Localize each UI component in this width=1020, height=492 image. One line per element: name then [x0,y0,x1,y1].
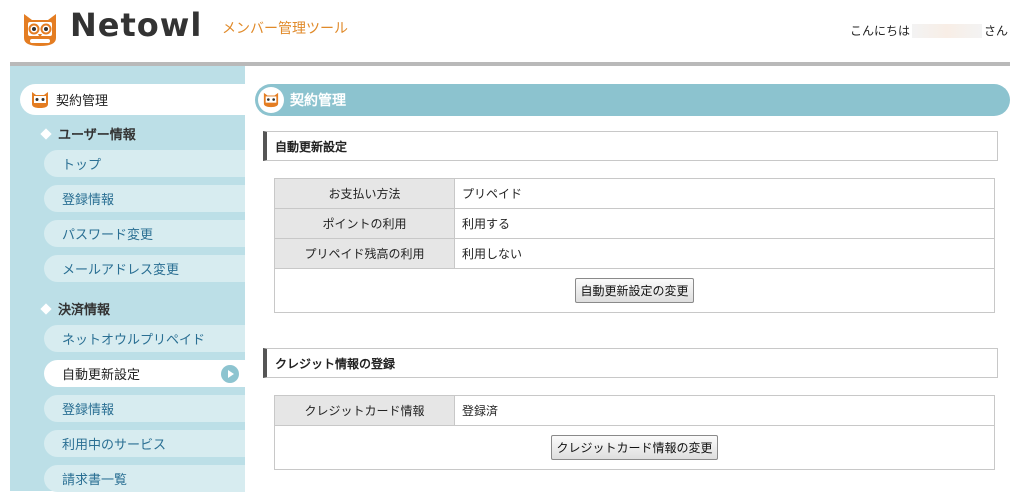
table-row: ポイントの利用 利用する [274,208,995,239]
sidebar: 契約管理 ユーザー情報 トップ 登録情報 パスワード変更 メールアドレス変更 決… [10,66,245,492]
auto-renew-heading: 自動更新設定 [263,131,998,161]
sidebar-item-password[interactable]: パスワード変更 [44,220,245,247]
sidebar-item-email[interactable]: メールアドレス変更 [44,255,245,282]
auto-renew-table: お支払い方法 プリペイド ポイントの利用 利用する プリペイド残高の利用 利用し… [274,178,995,313]
page-title-banner: 契約管理 [255,84,1010,116]
section-heading-text: クレジット情報の登録 [275,356,396,371]
row-value: プリペイド [454,178,995,209]
greeting-suffix: さん [983,24,1008,38]
sidebar-item-label: 登録情報 [62,193,115,208]
credit-table: クレジットカード情報 登録済 クレジットカード情報の変更 [274,395,995,470]
table-row: クレジットカード情報 登録済 [274,395,995,426]
sidebar-item-payment-registration[interactable]: 登録情報 [44,395,245,422]
sidebar-item-label: 請求書一覧 [62,473,128,488]
section-payment-info: 決済情報 [40,299,111,318]
row-value: 利用しない [454,238,995,269]
table-row: クレジットカード情報の変更 [274,425,995,470]
tool-title: メンバー管理ツール [222,21,348,37]
change-auto-renew-button[interactable]: 自動更新設定の変更 [575,278,694,303]
sidebar-item-invoices[interactable]: 請求書一覧 [44,465,245,492]
sidebar-item-auto-renew[interactable]: 自動更新設定 [44,360,245,387]
table-row: お支払い方法 プリペイド [274,178,995,209]
row-value: 登録済 [454,395,995,426]
section-title: ユーザー情報 [58,128,136,143]
row-label: ポイントの利用 [274,208,455,239]
section-user-info: ユーザー情報 [40,124,136,143]
owl-badge [258,87,284,113]
sidebar-main-label: 契約管理 [56,94,109,109]
credit-heading: クレジット情報の登録 [263,348,998,378]
sidebar-item-label: 自動更新設定 [62,368,141,383]
button-cell: クレジットカード情報の変更 [274,425,995,470]
table-row: 自動更新設定の変更 [274,268,995,313]
owl-icon [32,91,48,108]
sidebar-item-label: メールアドレス変更 [62,263,180,278]
section-title: 決済情報 [58,303,111,318]
sidebar-item-registration[interactable]: 登録情報 [44,185,245,212]
row-value: 利用する [454,208,995,239]
sidebar-item-top[interactable]: トップ [44,150,245,177]
logo-text[interactable]: Netowl [70,6,202,44]
sidebar-item-prepaid[interactable]: ネットオウルプリペイド [44,325,245,352]
sidebar-item-label: 登録情報 [62,403,115,418]
username-redacted [911,23,982,38]
sidebar-item-services[interactable]: 利用中のサービス [44,430,245,457]
diamond-icon [40,128,52,140]
owl-logo-icon[interactable] [20,12,60,48]
play-arrow-icon [221,365,239,383]
owl-icon [263,92,279,108]
sidebar-item-label: 利用中のサービス [62,438,167,453]
greeting-prefix: こんにちは [849,24,910,38]
sidebar-item-contract[interactable]: 契約管理 [20,84,245,115]
row-label: お支払い方法 [274,178,455,209]
row-label: プリペイド残高の利用 [274,238,455,269]
row-label: クレジットカード情報 [274,395,455,426]
sidebar-item-label: パスワード変更 [62,228,154,243]
sidebar-item-label: ネットオウルプリペイド [62,333,206,348]
sidebar-item-label: トップ [62,158,102,173]
table-row: プリペイド残高の利用 利用しない [274,238,995,269]
header: Netowl メンバー管理ツール こんにちは さん [0,0,1020,62]
diamond-icon [40,303,52,315]
button-cell: 自動更新設定の変更 [274,268,995,313]
greeting: こんにちは さん [850,22,1008,39]
change-credit-card-button[interactable]: クレジットカード情報の変更 [551,435,718,460]
section-heading-text: 自動更新設定 [275,139,348,154]
page-title: 契約管理 [290,93,346,109]
